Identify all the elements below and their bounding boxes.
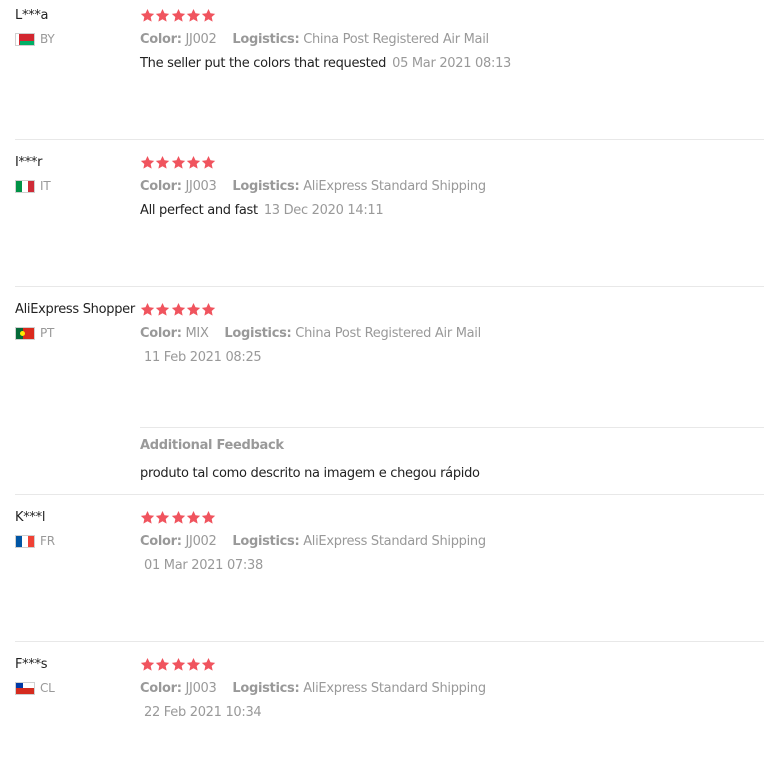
additional-feedback-text: produto tal como descrito na imagem e ch… xyxy=(140,466,480,481)
logistics-value: AliExpress Standard Shipping xyxy=(303,179,486,194)
belarus-flag-icon xyxy=(15,32,35,46)
star-icon xyxy=(202,510,216,524)
color-label: Color: xyxy=(140,32,182,47)
star-icon xyxy=(156,510,170,524)
divider xyxy=(15,139,764,140)
star-rating xyxy=(140,8,216,23)
star-rating xyxy=(140,302,216,317)
reviewer-name: I***r xyxy=(15,155,43,170)
logistics-label: Logistics: xyxy=(232,179,300,194)
logistics-label: Logistics: xyxy=(232,681,300,696)
star-icon xyxy=(156,8,170,22)
country-code: FR xyxy=(40,534,55,548)
logistics-label: Logistics: xyxy=(232,534,300,549)
star-rating xyxy=(140,510,216,525)
star-icon xyxy=(171,155,185,169)
review-date: 13 Dec 2020 14:11 xyxy=(263,203,384,218)
reviewer-country: CL xyxy=(15,681,55,695)
star-icon xyxy=(140,8,155,22)
star-icon xyxy=(186,657,201,671)
color-value: JJ003 xyxy=(185,179,217,194)
star-icon xyxy=(156,302,170,316)
star-icon xyxy=(171,8,185,22)
star-icon xyxy=(202,8,216,22)
chile-flag-icon xyxy=(15,681,35,695)
star-icon xyxy=(202,302,216,316)
star-icon xyxy=(186,510,201,524)
additional-feedback-title: Additional Feedback xyxy=(140,438,284,453)
color-label: Color: xyxy=(140,326,182,341)
star-icon xyxy=(186,302,201,316)
country-code: CL xyxy=(40,681,55,695)
star-icon xyxy=(140,657,155,671)
review-content: 01 Mar 2021 07:38 xyxy=(140,558,263,573)
reviewer-name: AliExpress Shopper xyxy=(15,302,135,317)
star-icon xyxy=(140,302,155,316)
star-icon xyxy=(156,657,170,671)
star-icon xyxy=(171,657,185,671)
reviewer-name: K***l xyxy=(15,510,46,525)
color-label: Color: xyxy=(140,534,182,549)
country-code: PT xyxy=(40,326,55,340)
star-icon xyxy=(171,510,185,524)
review-text: All perfect and fast xyxy=(140,203,258,218)
italy-flag-icon xyxy=(15,179,35,193)
portugal-flag-icon xyxy=(15,326,35,340)
review-content: All perfect and fast 13 Dec 2020 14:11 xyxy=(140,203,384,218)
star-icon xyxy=(186,155,201,169)
star-rating xyxy=(140,657,216,672)
color-value: JJ002 xyxy=(185,32,217,47)
review-sku-info: Color: JJ003 Logistics: AliExpress Stand… xyxy=(140,681,498,696)
reviewer-country: IT xyxy=(15,179,51,193)
color-label: Color: xyxy=(140,681,182,696)
france-flag-icon xyxy=(15,534,35,548)
star-icon xyxy=(202,657,216,671)
reviewer-country: PT xyxy=(15,326,54,340)
country-code: IT xyxy=(40,179,51,193)
logistics-value: AliExpress Standard Shipping xyxy=(303,534,486,549)
star-rating xyxy=(140,155,216,170)
review-date: 01 Mar 2021 07:38 xyxy=(144,558,263,573)
star-icon xyxy=(156,155,170,169)
additional-feedback-divider xyxy=(140,427,764,428)
review-text: The seller put the colors that requested xyxy=(140,56,387,71)
review-date: 05 Mar 2021 08:13 xyxy=(392,56,512,71)
review-sku-info: Color: JJ002 Logistics: AliExpress Stand… xyxy=(140,534,498,549)
reviewer-name: F***s xyxy=(15,657,48,672)
star-icon xyxy=(202,155,216,169)
review-date: 11 Feb 2021 08:25 xyxy=(144,350,262,365)
review-date: 22 Feb 2021 10:34 xyxy=(144,705,262,720)
divider xyxy=(15,286,764,287)
logistics-value: China Post Registered Air Mail xyxy=(303,32,489,47)
star-icon xyxy=(140,155,155,169)
review-sku-info: Color: JJ003 Logistics: AliExpress Stand… xyxy=(140,179,498,194)
country-code: BY xyxy=(40,32,55,46)
color-value: MIX xyxy=(185,326,209,341)
divider xyxy=(15,641,764,642)
review-sku-info: Color: MIX Logistics: China Post Registe… xyxy=(140,326,493,341)
color-label: Color: xyxy=(140,179,182,194)
review-sku-info: Color: JJ002 Logistics: China Post Regis… xyxy=(140,32,501,47)
logistics-label: Logistics: xyxy=(232,32,300,47)
review-content: 22 Feb 2021 10:34 xyxy=(140,705,262,720)
logistics-label: Logistics: xyxy=(224,326,292,341)
reviewer-country: BY xyxy=(15,32,55,46)
star-icon xyxy=(171,302,185,316)
logistics-value: China Post Registered Air Mail xyxy=(295,326,481,341)
divider xyxy=(15,494,764,495)
reviewer-country: FR xyxy=(15,534,55,548)
reviewer-name: L***a xyxy=(15,8,49,23)
star-icon xyxy=(186,8,201,22)
star-icon xyxy=(140,510,155,524)
color-value: JJ003 xyxy=(185,681,217,696)
logistics-value: AliExpress Standard Shipping xyxy=(303,681,486,696)
review-content: 11 Feb 2021 08:25 xyxy=(140,350,262,365)
review-content: The seller put the colors that requested… xyxy=(140,56,511,71)
color-value: JJ002 xyxy=(185,534,217,549)
